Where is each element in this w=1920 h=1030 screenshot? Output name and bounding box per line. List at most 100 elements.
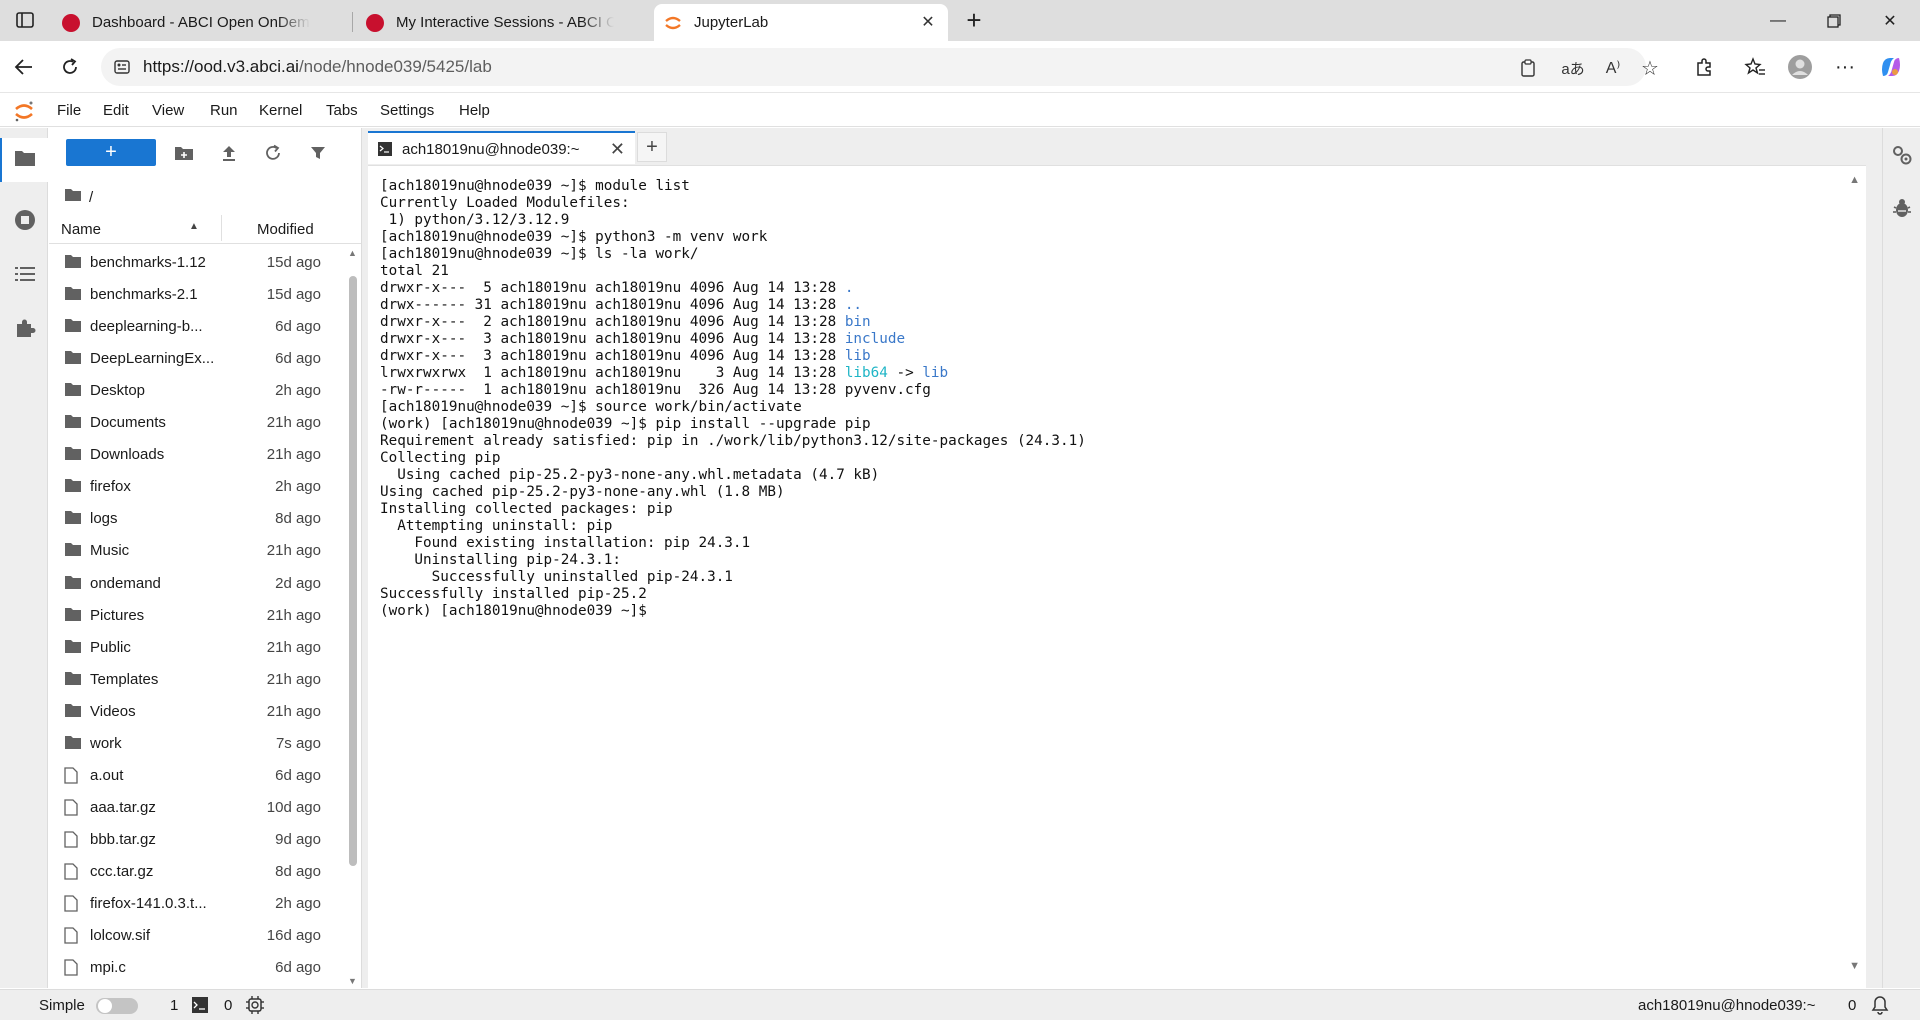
terminal-tab[interactable]: ach18019nu@hnode039:~ ✕: [368, 131, 635, 164]
table-of-contents-icon[interactable]: [12, 261, 38, 287]
terminal-line: Successfully uninstalled pip-24.3.1: [380, 569, 1086, 586]
menu-view[interactable]: View: [152, 102, 184, 119]
terminal-status-icon[interactable]: [192, 997, 208, 1017]
breadcrumb-root[interactable]: /: [89, 189, 93, 206]
new-tab-button[interactable]: +: [960, 5, 988, 35]
main-dock-area: ach18019nu@hnode039:~ ✕ + [ach18019nu@hn…: [367, 128, 1882, 988]
menu-file[interactable]: File: [57, 102, 81, 119]
folder-row[interactable]: work 7s ago: [49, 727, 345, 759]
terminal-scroll-down-icon[interactable]: ▼: [1849, 960, 1860, 972]
folder-row[interactable]: Music 21h ago: [49, 534, 345, 566]
folder-row[interactable]: DeepLearningEx... 6d ago: [49, 342, 345, 374]
menu-run[interactable]: Run: [210, 102, 238, 119]
home-folder-icon[interactable]: [64, 188, 82, 206]
restore-icon[interactable]: [1820, 8, 1848, 34]
column-name-header[interactable]: Name: [61, 221, 101, 238]
file-row[interactable]: firefox-141.0.3.t... 2h ago: [49, 887, 345, 919]
scrollbar-thumb[interactable]: [349, 276, 357, 866]
new-launcher-button[interactable]: +: [66, 139, 156, 166]
back-icon[interactable]: [10, 53, 38, 81]
folder-row[interactable]: logs 8d ago: [49, 502, 345, 534]
file-row[interactable]: aaa.tar.gz 10d ago: [49, 791, 345, 823]
scroll-up-icon[interactable]: ▲: [348, 248, 357, 258]
filter-icon[interactable]: [306, 141, 330, 165]
folder-row[interactable]: Videos 21h ago: [49, 695, 345, 727]
simple-mode-toggle[interactable]: [96, 998, 138, 1014]
add-tab-button[interactable]: +: [637, 132, 667, 162]
file-row[interactable]: lolcow.sif 16d ago: [49, 919, 345, 951]
folder-row[interactable]: firefox 2h ago: [49, 470, 345, 502]
file-row[interactable]: mpi.c 6d ago: [49, 951, 345, 983]
refresh-icon[interactable]: [261, 141, 285, 165]
browser-tab-sessions[interactable]: My Interactive Sessions - ABCI Open OnDe…: [356, 4, 646, 41]
new-folder-icon[interactable]: [172, 141, 196, 165]
running-sessions-icon[interactable]: [12, 207, 38, 233]
translate-icon[interactable]: aあ: [1559, 57, 1587, 79]
file-modified: 2h ago: [275, 478, 321, 496]
favorites-icon[interactable]: [1741, 53, 1769, 81]
terminal-line: -rw-r----- 1 ach18019nu ach18019nu 326 A…: [380, 382, 1086, 399]
terminal-output[interactable]: [ach18019nu@hnode039 ~]$ module list Curr…: [380, 178, 1086, 620]
reload-icon[interactable]: [56, 53, 84, 81]
kernels-count[interactable]: 0: [224, 997, 232, 1014]
extensions-icon[interactable]: [1690, 53, 1718, 81]
menu-settings[interactable]: Settings: [380, 102, 434, 119]
folder-row[interactable]: Desktop 2h ago: [49, 374, 345, 406]
scroll-down-icon[interactable]: ▼: [348, 976, 357, 986]
read-aloud-icon[interactable]: A⁾: [1602, 57, 1624, 79]
minimize-icon[interactable]: —: [1764, 8, 1792, 34]
favorite-star-icon[interactable]: ☆: [1639, 57, 1661, 80]
terminal-tab-label: ach18019nu@hnode039:~: [402, 141, 580, 158]
file-name: Downloads: [90, 446, 165, 464]
folder-row[interactable]: ondemand 2d ago: [49, 567, 345, 599]
folder-row[interactable]: Public 21h ago: [49, 631, 345, 663]
terminal-scroll-up-icon[interactable]: ▲: [1849, 174, 1860, 186]
menu-kernel[interactable]: Kernel: [259, 102, 302, 119]
terminals-count[interactable]: 1: [170, 997, 178, 1014]
folder-row[interactable]: Pictures 21h ago: [49, 599, 345, 631]
close-icon[interactable]: ✕: [610, 139, 625, 160]
close-tab-icon[interactable]: ✕: [918, 12, 938, 32]
folder-row[interactable]: benchmarks-1.12 15d ago: [49, 246, 345, 278]
file-browser-tab[interactable]: [0, 138, 48, 182]
terminal-panel[interactable]: [ach18019nu@hnode039 ~]$ module list Curr…: [368, 165, 1866, 988]
folder-row[interactable]: Documents 21h ago: [49, 406, 345, 438]
column-divider[interactable]: [221, 215, 222, 241]
folder-row[interactable]: deeplearning-b... 6d ago: [49, 310, 345, 342]
file-row[interactable]: a.out 6d ago: [49, 759, 345, 791]
notification-bell-icon[interactable]: [1870, 995, 1890, 1019]
menu-help[interactable]: Help: [459, 102, 490, 119]
jupyter-favicon-icon: [664, 14, 682, 32]
kernel-status-icon[interactable]: [246, 996, 264, 1018]
tab-actions-icon[interactable]: [12, 9, 38, 31]
notifications-count[interactable]: 0: [1848, 997, 1856, 1014]
property-inspector-icon[interactable]: [1889, 142, 1915, 168]
menu-tabs[interactable]: Tabs: [326, 102, 358, 119]
file-name: Documents: [90, 414, 166, 432]
copilot-icon[interactable]: [1877, 53, 1905, 81]
folder-row[interactable]: Templates 21h ago: [49, 663, 345, 695]
profile-avatar[interactable]: [1786, 53, 1814, 81]
terminal-text-segment: [ach18019nu@hnode039 ~]$ module list: [380, 178, 690, 194]
status-bar: Simple 1 0 ach18019nu@hnode039:~ 0: [0, 989, 1920, 1020]
extension-manager-icon[interactable]: [12, 315, 38, 341]
column-modified-header[interactable]: Modified: [257, 221, 314, 238]
menu-edit[interactable]: Edit: [103, 102, 129, 119]
file-name: Templates: [90, 670, 159, 688]
browser-tab-dashboard[interactable]: Dashboard - ABCI Open OnDemand: [52, 4, 342, 41]
close-window-icon[interactable]: ✕: [1876, 8, 1904, 34]
more-menu-icon[interactable]: ···: [1831, 53, 1859, 81]
file-list-scrollbar[interactable]: ▲ ▼: [345, 246, 361, 988]
debugger-icon[interactable]: [1889, 195, 1915, 221]
clipboard-icon[interactable]: [1517, 57, 1539, 79]
upload-icon[interactable]: [217, 141, 241, 165]
file-row[interactable]: bbb.tar.gz 9d ago: [49, 823, 345, 855]
file-row[interactable]: ccc.tar.gz 8d ago: [49, 855, 345, 887]
folder-row[interactable]: benchmarks-2.1 15d ago: [49, 278, 345, 310]
terminal-line: Found existing installation: pip 24.3.1: [380, 535, 1086, 552]
address-bar[interactable]: https://ood.v3.abci.ai/node/hnode039/542…: [101, 48, 1659, 86]
site-info-icon[interactable]: [111, 56, 133, 78]
browser-tab-jupyterlab[interactable]: JupyterLab ✕: [654, 4, 948, 41]
folder-row[interactable]: Downloads 21h ago: [49, 438, 345, 470]
terminal-text-segment: [ach18019nu@hnode039 ~]$ source work/bin…: [380, 399, 802, 415]
